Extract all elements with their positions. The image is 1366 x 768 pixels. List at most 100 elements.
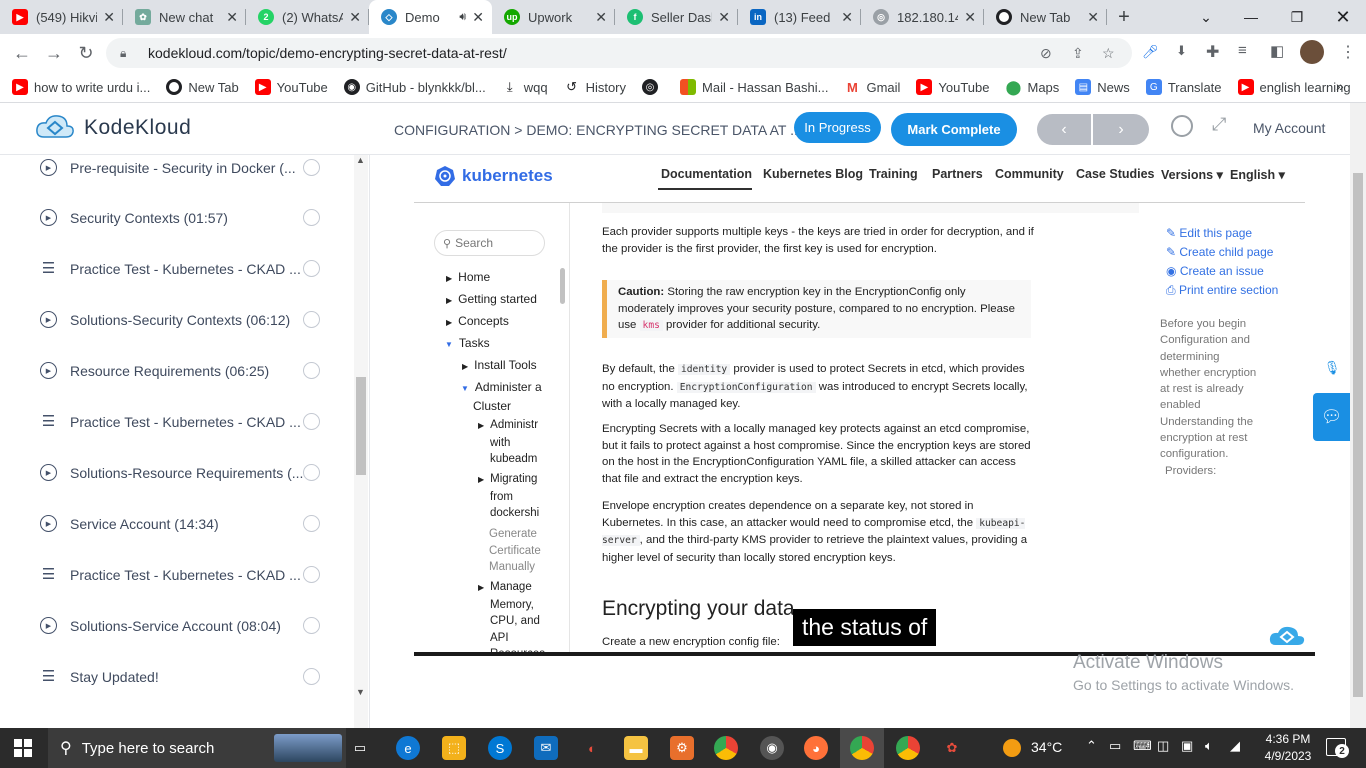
completion-circle-icon[interactable] xyxy=(303,362,320,379)
toc-item[interactable]: Configuration and determining whether en… xyxy=(1160,332,1262,413)
tree-item-install-tools[interactable]: ▶ Install Tools xyxy=(462,357,537,376)
firefox-icon[interactable]: ◕ xyxy=(804,736,828,760)
tab-search-icon[interactable]: ⌄ xyxy=(1183,0,1229,34)
close-tab-icon[interactable]: ✕ xyxy=(103,9,115,26)
browser-tab-active[interactable]: ◇ Demo 🔊︎ ✕ xyxy=(369,0,492,34)
display-icon[interactable]: ▣ xyxy=(1181,738,1193,754)
show-hidden-icons[interactable]: ⌃ xyxy=(1086,738,1097,754)
completion-circle-icon[interactable] xyxy=(303,311,320,328)
battery-icon[interactable]: ▭ xyxy=(1109,738,1121,754)
completion-circle-icon[interactable] xyxy=(303,617,320,634)
bookmark-item[interactable]: ◎ xyxy=(642,79,664,95)
extension-download-icon[interactable]: ⬇ xyxy=(1176,43,1187,59)
wifi-icon[interactable]: ◢ xyxy=(1230,738,1240,754)
k8s-nav-community[interactable]: Community xyxy=(995,167,1064,181)
browser-tab[interactable]: 2 (2) WhatsA ✕ xyxy=(246,0,369,34)
k8s-nav-blog[interactable]: Kubernetes Blog xyxy=(763,167,863,181)
browser-tab[interactable]: New Tab ✕ xyxy=(984,0,1107,34)
bookmark-item[interactable]: G Translate xyxy=(1145,79,1222,95)
menu-icon[interactable]: ⋮ xyxy=(1340,42,1356,62)
tree-item-tasks[interactable]: ▼ Tasks xyxy=(445,335,490,354)
toc-item[interactable]: Before you begin xyxy=(1160,316,1262,332)
paint-icon[interactable]: ✿ xyxy=(940,736,964,760)
lesson-item[interactable]: ☰ Practice Test - Kubernetes - CKAD ... xyxy=(0,243,350,294)
toc-item[interactable]: Providers: xyxy=(1160,463,1262,479)
close-tab-icon[interactable]: ✕ xyxy=(595,9,607,26)
lesson-item[interactable]: ☰ Practice Test - Kubernetes - CKAD ... xyxy=(0,549,350,600)
page-scrollbar-thumb[interactable] xyxy=(1353,173,1363,697)
k8s-nav-language[interactable]: English ▾ xyxy=(1230,167,1285,182)
lesson-item[interactable]: ▶ Solutions-Security Contexts (06:12) xyxy=(0,294,350,345)
create-issue-link[interactable]: ◉ Create an issue xyxy=(1166,264,1264,278)
completion-circle-icon[interactable] xyxy=(303,159,320,176)
obs-icon[interactable]: ◉ xyxy=(760,736,784,760)
bookmark-item[interactable]: ↺ History xyxy=(564,79,626,95)
lesson-item[interactable]: ▶ Security Contexts (01:57) xyxy=(0,192,350,243)
lesson-item[interactable]: ▶ Solutions-Resource Requirements (... xyxy=(0,447,350,498)
tree-item-concepts[interactable]: ▶ Concepts xyxy=(446,313,509,332)
app-icon[interactable]: ◐ xyxy=(580,736,604,760)
windows-start-icon[interactable] xyxy=(14,739,32,757)
chat-icon[interactable]: 💬︎ xyxy=(1313,393,1350,441)
in-progress-button[interactable]: In Progress xyxy=(794,112,881,143)
close-tab-icon[interactable]: ✕ xyxy=(964,9,976,26)
browser-tab[interactable]: in (13) Feed | ✕ xyxy=(738,0,861,34)
sidebar-scrollbar[interactable]: ▲ ▼ xyxy=(354,155,368,728)
bookmark-item[interactable]: ⤓ wqq xyxy=(502,79,548,95)
chrome-profile-icon[interactable] xyxy=(896,736,920,760)
bookmark-star-icon[interactable]: ☆ xyxy=(1102,45,1115,62)
lesson-item[interactable]: ▶ Solutions-Service Account (08:04) xyxy=(0,600,350,651)
my-account-link[interactable]: My Account xyxy=(1253,120,1325,136)
weather-temperature[interactable]: 34°C xyxy=(1031,739,1062,755)
bookmark-item[interactable]: ▶ YouTube xyxy=(254,79,328,95)
close-tab-icon[interactable]: ✕ xyxy=(841,9,853,26)
browser-tab[interactable]: ◎ 182.180.14 ✕ xyxy=(861,0,984,34)
next-lesson-button[interactable]: › xyxy=(1093,114,1149,145)
settings-app-icon[interactable]: ⚙ xyxy=(670,736,694,760)
back-button[interactable]: ← xyxy=(6,37,38,69)
lesson-item[interactable]: ▶ Resource Requirements (06:25) xyxy=(0,345,350,396)
taskbar-search-box[interactable]: ⚲ Type here to search xyxy=(48,728,346,768)
more-bookmarks-icon[interactable]: » xyxy=(1336,78,1344,94)
notification-center-icon[interactable]: 2 xyxy=(1326,738,1349,758)
k8s-nav-versions[interactable]: Versions ▾ xyxy=(1161,167,1223,182)
theme-toggle-icon[interactable] xyxy=(1171,115,1193,137)
maximize-button[interactable]: ❐ xyxy=(1274,0,1320,34)
close-tab-icon[interactable]: ✕ xyxy=(349,9,361,26)
bookmark-item[interactable]: New Tab xyxy=(166,79,239,95)
mark-complete-button[interactable]: Mark Complete xyxy=(891,113,1017,146)
close-tab-icon[interactable]: ✕ xyxy=(1087,9,1099,26)
page-scrollbar[interactable] xyxy=(1350,103,1366,728)
speaker-icon[interactable]: 🔊︎ xyxy=(459,11,466,24)
browser-tab[interactable]: ✿ New chat ✕ xyxy=(123,0,246,34)
system-clock[interactable]: 4:36 PM 4/9/2023 xyxy=(1256,731,1320,765)
extensions-icon[interactable]: ✚ xyxy=(1206,42,1219,62)
scroll-down-arrow-icon[interactable]: ▼ xyxy=(356,687,365,697)
bookmark-item[interactable]: ▤ News xyxy=(1075,79,1130,95)
task-view-icon[interactable]: ▭ xyxy=(348,736,372,760)
scroll-up-arrow-icon[interactable]: ▲ xyxy=(356,155,365,165)
side-panel-icon[interactable]: ◧ xyxy=(1270,42,1284,60)
bookmark-item[interactable]: ◉ GitHub - blynkkk/bl... xyxy=(343,79,486,95)
bookmark-item[interactable]: ▶ english learning xyxy=(1237,79,1351,95)
completion-circle-icon[interactable] xyxy=(303,413,320,430)
mail-icon[interactable]: ✉ xyxy=(534,736,558,760)
lesson-item[interactable]: ▶ Service Account (14:34) xyxy=(0,498,350,549)
k8s-nav-partners[interactable]: Partners xyxy=(932,167,983,181)
browser-tab[interactable]: ▶ (549) Hikvi ✕ xyxy=(0,0,123,34)
microphone-icon[interactable]: 🎤︎ xyxy=(1142,44,1159,60)
media-control-icon[interactable]: ≡ xyxy=(1238,42,1247,59)
fullscreen-icon[interactable]: ⤢ xyxy=(1212,114,1226,135)
completion-circle-icon[interactable] xyxy=(303,464,320,481)
completion-circle-icon[interactable] xyxy=(303,515,320,532)
create-child-page-link[interactable]: ✎ Create child page xyxy=(1166,245,1273,259)
k8s-nav-scrollbar[interactable] xyxy=(560,268,565,304)
share-icon[interactable]: ⇪ xyxy=(1072,45,1084,62)
completion-circle-icon[interactable] xyxy=(303,566,320,583)
forward-button[interactable]: → xyxy=(38,37,70,69)
close-tab-icon[interactable]: ✕ xyxy=(472,9,484,26)
store-icon[interactable]: ⬚ xyxy=(442,736,466,760)
tree-item-home[interactable]: ▶ Home xyxy=(446,269,490,288)
k8s-search-input[interactable]: ⚲ Search xyxy=(434,230,545,256)
voice-assistant-icon[interactable]: 🎙︎ xyxy=(1314,351,1350,385)
